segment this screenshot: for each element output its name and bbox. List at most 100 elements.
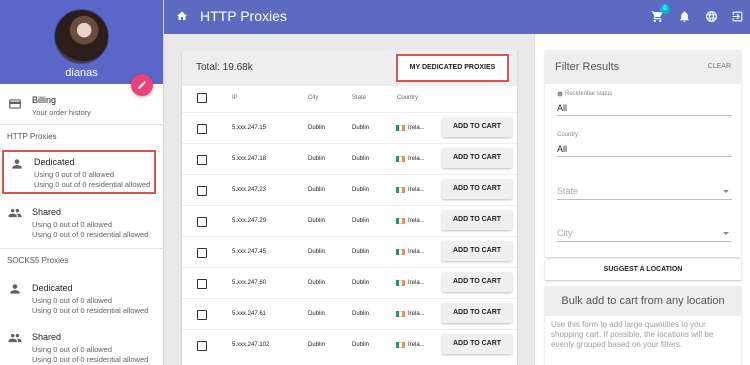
add-to-cart-button[interactable]: ADD TO CART [442, 334, 512, 354]
suggest-location-button[interactable]: SUGGEST A LOCATION [545, 260, 741, 280]
row-checkbox[interactable] [197, 310, 207, 320]
cell-ip: 5.xxx.247.23 [232, 187, 267, 193]
cell-ip: 5.xxx.247.18 [232, 156, 267, 162]
bulk-add-title: Bulk add to cart from any location [545, 286, 741, 316]
sidebar-item-usage-residential: Using 0 out of 0 residential allowed [32, 355, 149, 364]
add-to-cart-button[interactable]: ADD TO CART [442, 148, 512, 168]
ireland-flag-icon [396, 311, 405, 317]
sidebar-item-label: Billing [32, 95, 57, 105]
cell-country: Irela... [408, 187, 425, 193]
row-checkbox[interactable] [197, 341, 207, 351]
table-row: 5.xxx.247.45 Dublin Dublin Irela... ADD TO C… [182, 236, 517, 267]
cell-country: Irela... [408, 280, 425, 286]
page-title: HTTP Proxies [200, 8, 287, 24]
select-all-checkbox[interactable] [197, 93, 207, 103]
proxy-table-card: Total: 19.68k MY DEDICATED PROXIES IP Ci… [182, 50, 517, 365]
cell-city: Dublin [308, 187, 326, 193]
cell-state: Dublin [352, 342, 370, 348]
row-checkbox[interactable] [197, 155, 207, 165]
cell-city: Dublin [308, 125, 326, 131]
cell-country: Irela... [408, 342, 425, 348]
city-select[interactable]: City [557, 228, 573, 238]
table-row: 5.xxx.247.18 Dublin Dublin Irela... ADD TO C… [182, 143, 517, 174]
cell-state: Dublin [352, 156, 370, 162]
table-header-row: IP City State Country [182, 86, 517, 112]
add-to-cart-button[interactable]: ADD TO CART [442, 241, 512, 261]
clear-filters-button[interactable]: CLEAR [708, 63, 731, 70]
ireland-flag-icon [396, 280, 405, 286]
table-row: 5.xxx.247.23 Dublin Dublin Irela... ADD TO C… [182, 174, 517, 205]
add-to-cart-button[interactable]: ADD TO CART [442, 179, 512, 199]
pencil-icon [138, 81, 146, 89]
column-header-state: State [352, 95, 367, 101]
residential-status-select[interactable]: All [557, 103, 567, 113]
globe-icon[interactable] [705, 10, 718, 23]
cell-state: Dublin [352, 218, 370, 224]
logout-icon[interactable] [731, 10, 744, 23]
cell-city: Dublin [308, 311, 326, 317]
sidebar-item-usage: Using 0 out of 0 allowed [32, 220, 113, 229]
ireland-flag-icon [396, 156, 405, 162]
sidebar-item-socks-dedicated[interactable]: Dedicated Using 0 out of 0 allowed Using… [0, 280, 163, 322]
my-dedicated-proxies-button[interactable]: MY DEDICATED PROXIES [396, 54, 509, 82]
cell-city: Dublin [308, 249, 326, 255]
field-underline [557, 241, 732, 242]
cell-city: Dublin [308, 342, 326, 348]
home-icon[interactable] [176, 10, 188, 22]
cell-state: Dublin [352, 249, 370, 255]
row-checkbox[interactable] [197, 124, 207, 134]
sidebar-item-usage: Using 0 out of 0 allowed [32, 345, 113, 354]
person-icon [10, 284, 20, 294]
cell-country: Irela... [408, 156, 425, 162]
ireland-flag-icon [396, 125, 405, 131]
country-label: Country [557, 132, 579, 138]
table-row: 5.xxx.247.102 Dublin Dublin Irela... ADD TO … [182, 329, 517, 360]
state-select[interactable]: State [557, 186, 578, 196]
row-checkbox[interactable] [197, 186, 207, 196]
cell-ip: 5.xxx.247.60 [232, 280, 267, 286]
ireland-flag-icon [396, 249, 405, 255]
ireland-flag-icon [396, 342, 405, 348]
sidebar-item-http-dedicated[interactable]: Dedicated Using 0 out of 0 allowed Using… [2, 150, 156, 194]
people-icon [8, 208, 22, 218]
button-label: MY DEDICATED PROXIES [409, 64, 496, 71]
row-checkbox[interactable] [197, 279, 207, 289]
cell-ip: 5.xxx.247.102 [232, 342, 270, 348]
table-row: 5.xxx.247.29 Dublin Dublin Irela... ADD TO C… [182, 205, 517, 236]
avatar[interactable] [54, 9, 109, 64]
country-select[interactable]: All [557, 144, 567, 154]
divider [0, 124, 163, 125]
filter-title: Filter Results [555, 61, 620, 73]
add-to-cart-button[interactable]: ADD TO CART [442, 303, 512, 323]
sidebar-item-usage: Using 0 out of 0 allowed [34, 170, 115, 179]
cell-state: Dublin [352, 280, 370, 286]
cell-country: Irela... [408, 125, 425, 131]
sidebar-item-label: Dedicated [34, 157, 75, 167]
sidebar-item-billing[interactable]: Billing Your order history [0, 92, 163, 122]
bell-icon[interactable] [678, 10, 691, 23]
sidebar-item-label: Shared [32, 332, 62, 342]
add-to-cart-button[interactable]: ADD TO CART [442, 210, 512, 230]
field-underline [557, 156, 732, 157]
cell-city: Dublin [308, 156, 326, 162]
divider [0, 248, 163, 249]
add-to-cart-button[interactable]: ADD TO CART [442, 272, 512, 292]
column-header-ip: IP [232, 95, 238, 101]
cell-state: Dublin [352, 125, 370, 131]
column-header-country: Country [397, 95, 419, 101]
sidebar-item-http-shared[interactable]: Shared Using 0 out of 0 allowed Using 0 … [0, 204, 163, 246]
add-to-cart-button[interactable]: ADD TO CART [442, 117, 512, 137]
sidebar-item-usage-residential: Using 0 out of 0 residential allowed [32, 230, 149, 239]
field-underline [557, 199, 732, 200]
credit-card-icon [9, 99, 21, 109]
row-checkbox[interactable] [197, 217, 207, 227]
table-row: 5.xxx.247.60 Dublin Dublin Irela... ADD TO C… [182, 267, 517, 298]
cell-state: Dublin [352, 187, 370, 193]
table-row: 5.xxx.247.61 Dublin Dublin Irela... ADD TO C… [182, 298, 517, 329]
info-icon [557, 91, 563, 97]
cell-ip: 5.xxx.247.61 [232, 311, 267, 317]
right-panel: Filter Results CLEAR Residential status … [534, 34, 750, 365]
row-checkbox[interactable] [197, 248, 207, 258]
sidebar-item-socks-shared[interactable]: Shared Using 0 out of 0 allowed Using 0 … [0, 329, 163, 365]
cart-count-badge: 0 [660, 4, 670, 14]
